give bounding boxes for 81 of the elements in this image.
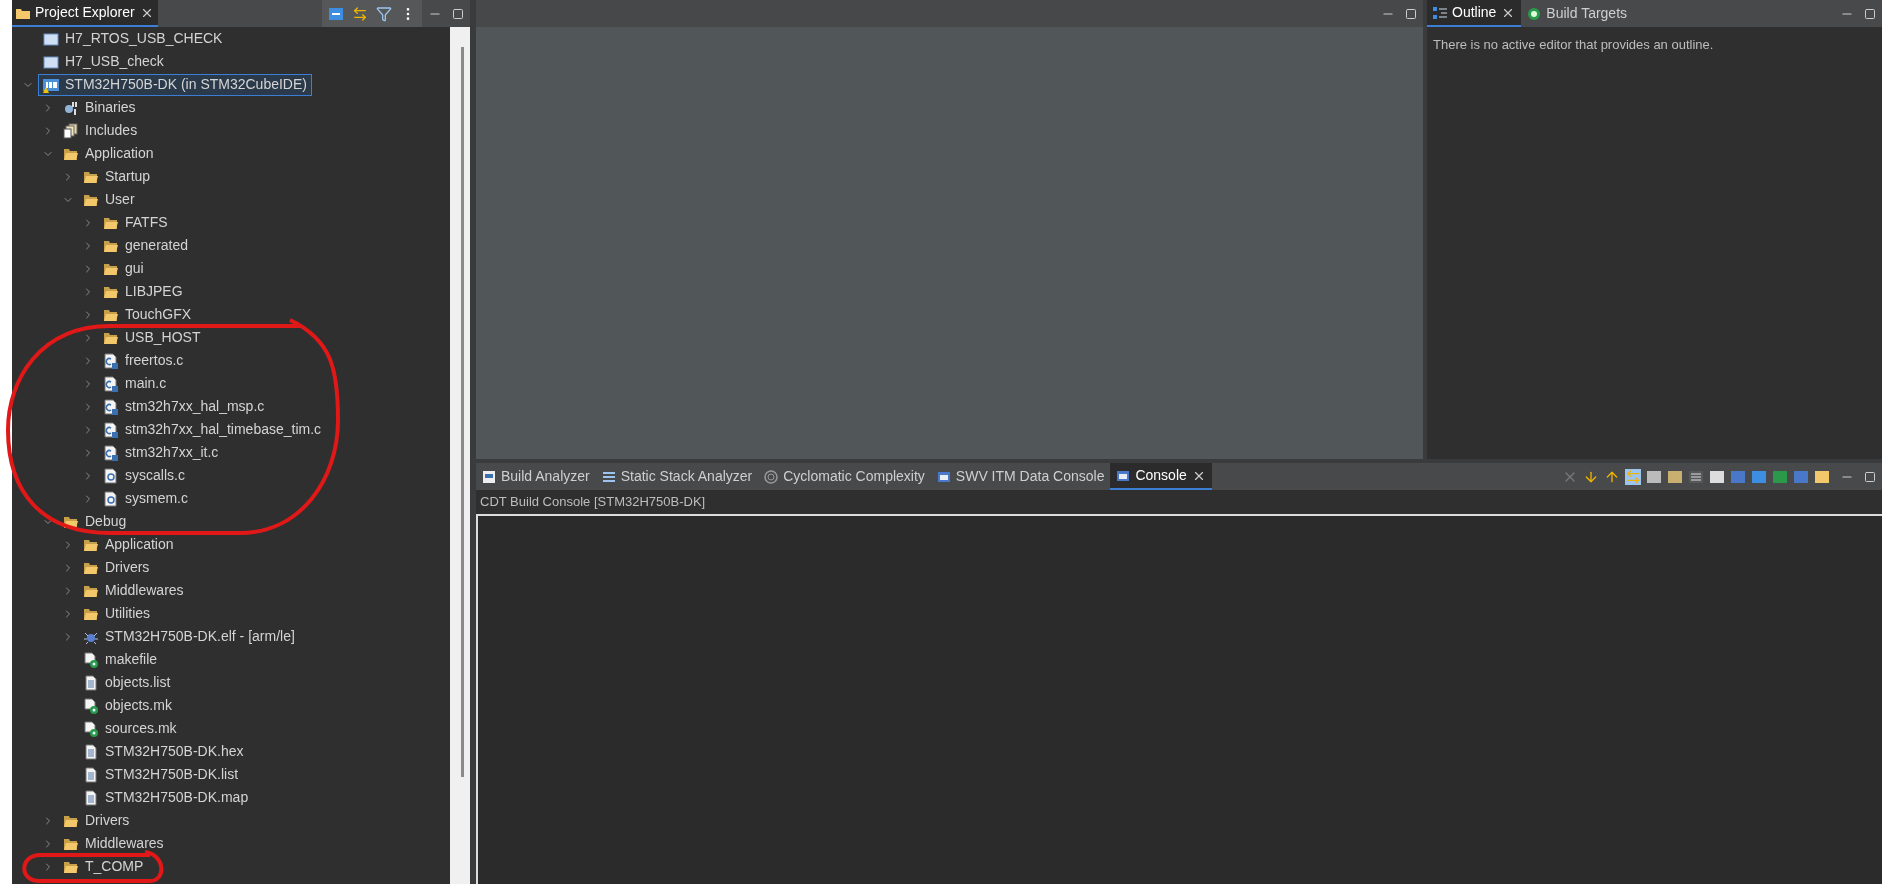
tree-item[interactable]: H7_USB_check <box>38 50 169 73</box>
tree-item[interactable]: syscalls.c <box>98 464 190 487</box>
tree-item[interactable]: Binaries <box>58 96 141 119</box>
c-file-icon <box>103 421 119 438</box>
tree-item[interactable]: Drivers <box>58 809 135 832</box>
tree-item[interactable]: STM32H750B-DK.list <box>78 763 244 786</box>
tree-item[interactable]: Middlewares <box>58 832 169 855</box>
text-file-icon <box>83 766 99 783</box>
tree-item[interactable]: User <box>78 188 140 211</box>
tree-item[interactable]: makefile <box>78 648 163 671</box>
panel-tab[interactable]: Outline <box>1427 0 1522 27</box>
c-file-icon <box>103 375 119 392</box>
tree-item[interactable]: generated <box>98 234 194 257</box>
tree-item[interactable]: STM32H750B-DK.elf - [arm/le] <box>78 625 300 648</box>
collapse-all-icon[interactable] <box>328 5 344 22</box>
outline-icon <box>1433 5 1447 20</box>
console-title: CDT Build Console [STM32H750B-DK] <box>476 490 1882 514</box>
panel-tab[interactable]: Static Stack Analyzer <box>595 463 759 490</box>
makefile-icon <box>83 697 99 714</box>
tree-item[interactable]: TouchGFX <box>98 303 197 326</box>
panel-tab[interactable]: Console <box>1110 463 1212 490</box>
tree-item[interactable]: stm32h7xx_it.c <box>98 441 224 464</box>
filter-icon[interactable] <box>376 5 392 22</box>
panel-tab[interactable]: Build Targets <box>1521 0 1634 27</box>
outline-message: There is no active editor that provides an outline. <box>1432 36 1715 54</box>
maximize-icon[interactable] <box>452 7 464 20</box>
tree-item[interactable]: sources.mk <box>78 717 182 740</box>
c-file-icon <box>103 352 119 369</box>
panel-tab[interactable]: Project Explorer <box>12 0 158 27</box>
closed-project-icon <box>43 30 59 47</box>
tree-item[interactable]: Application <box>78 533 179 556</box>
includes-icon <box>63 122 79 139</box>
tree-item[interactable]: Includes <box>58 119 143 142</box>
tree-item[interactable]: Application <box>58 142 159 165</box>
tree-item[interactable]: freertos.c <box>98 349 189 372</box>
maximize-icon[interactable] <box>1864 7 1876 20</box>
c-file-icon <box>103 467 119 484</box>
closed-project-icon <box>43 53 59 70</box>
tree-item[interactable]: objects.list <box>78 671 176 694</box>
tree-item[interactable]: T_COMP <box>58 855 149 878</box>
binaries-icon <box>63 99 79 116</box>
makefile-icon <box>83 651 99 668</box>
tree-item[interactable]: USB_HOST <box>98 326 206 349</box>
scrollbar-thumb[interactable] <box>461 47 464 777</box>
tree-item[interactable]: gui <box>98 257 149 280</box>
maximize-icon[interactable] <box>1864 470 1876 483</box>
tree-item[interactable]: main.c <box>98 372 172 395</box>
tree-item[interactable]: STM32H750B-DK.hex <box>78 740 249 763</box>
c-file-icon <box>103 490 119 507</box>
tree-item[interactable]: H7_RTOS_USB_CHECK <box>38 27 228 50</box>
tree-item[interactable]: Utilities <box>78 602 156 625</box>
stack-icon <box>601 469 616 484</box>
panel-tab[interactable]: Build Analyzer <box>476 463 596 490</box>
c-file-icon <box>103 444 119 461</box>
text-file-icon <box>83 743 99 760</box>
list-icon[interactable] <box>1688 468 1704 485</box>
maximize-icon[interactable] <box>1405 7 1417 20</box>
c-file-icon <box>103 398 119 415</box>
tree-item[interactable]: Middlewares <box>78 579 189 602</box>
tree-item[interactable]: STM32H750B-DK.map <box>78 786 254 809</box>
tree-item[interactable]: Startup <box>78 165 156 188</box>
panel-tab[interactable]: Cyclomatic Complexity <box>758 463 931 490</box>
tree-item[interactable]: sysmem.c <box>98 487 193 510</box>
makefile-icon <box>83 720 99 737</box>
tree-item[interactable]: Debug <box>58 510 132 533</box>
link-icon[interactable] <box>1625 468 1641 485</box>
tree-item[interactable]: LIBJPEG <box>98 280 188 303</box>
tree-item[interactable]: objects.mk <box>78 694 177 717</box>
spiral-icon <box>764 469 779 484</box>
text-file-icon <box>83 674 99 691</box>
tree-item[interactable]: STM32H750B-DK (in STM32CubeIDE) <box>38 73 312 96</box>
link-icon[interactable] <box>352 5 368 22</box>
text-file-icon <box>83 789 99 806</box>
tree-item[interactable]: FATFS <box>98 211 173 234</box>
project-icon <box>43 76 59 93</box>
analyzer-icon <box>482 469 496 484</box>
panel-tab[interactable]: SWV ITM Data Console <box>930 463 1111 490</box>
target-icon <box>1527 6 1542 21</box>
tree-item[interactable]: stm32h7xx_hal_timebase_tim.c <box>98 418 327 441</box>
tree-item[interactable]: Drivers <box>78 556 155 579</box>
tree-item[interactable]: stm32h7xx_hal_msp.c <box>98 395 270 418</box>
